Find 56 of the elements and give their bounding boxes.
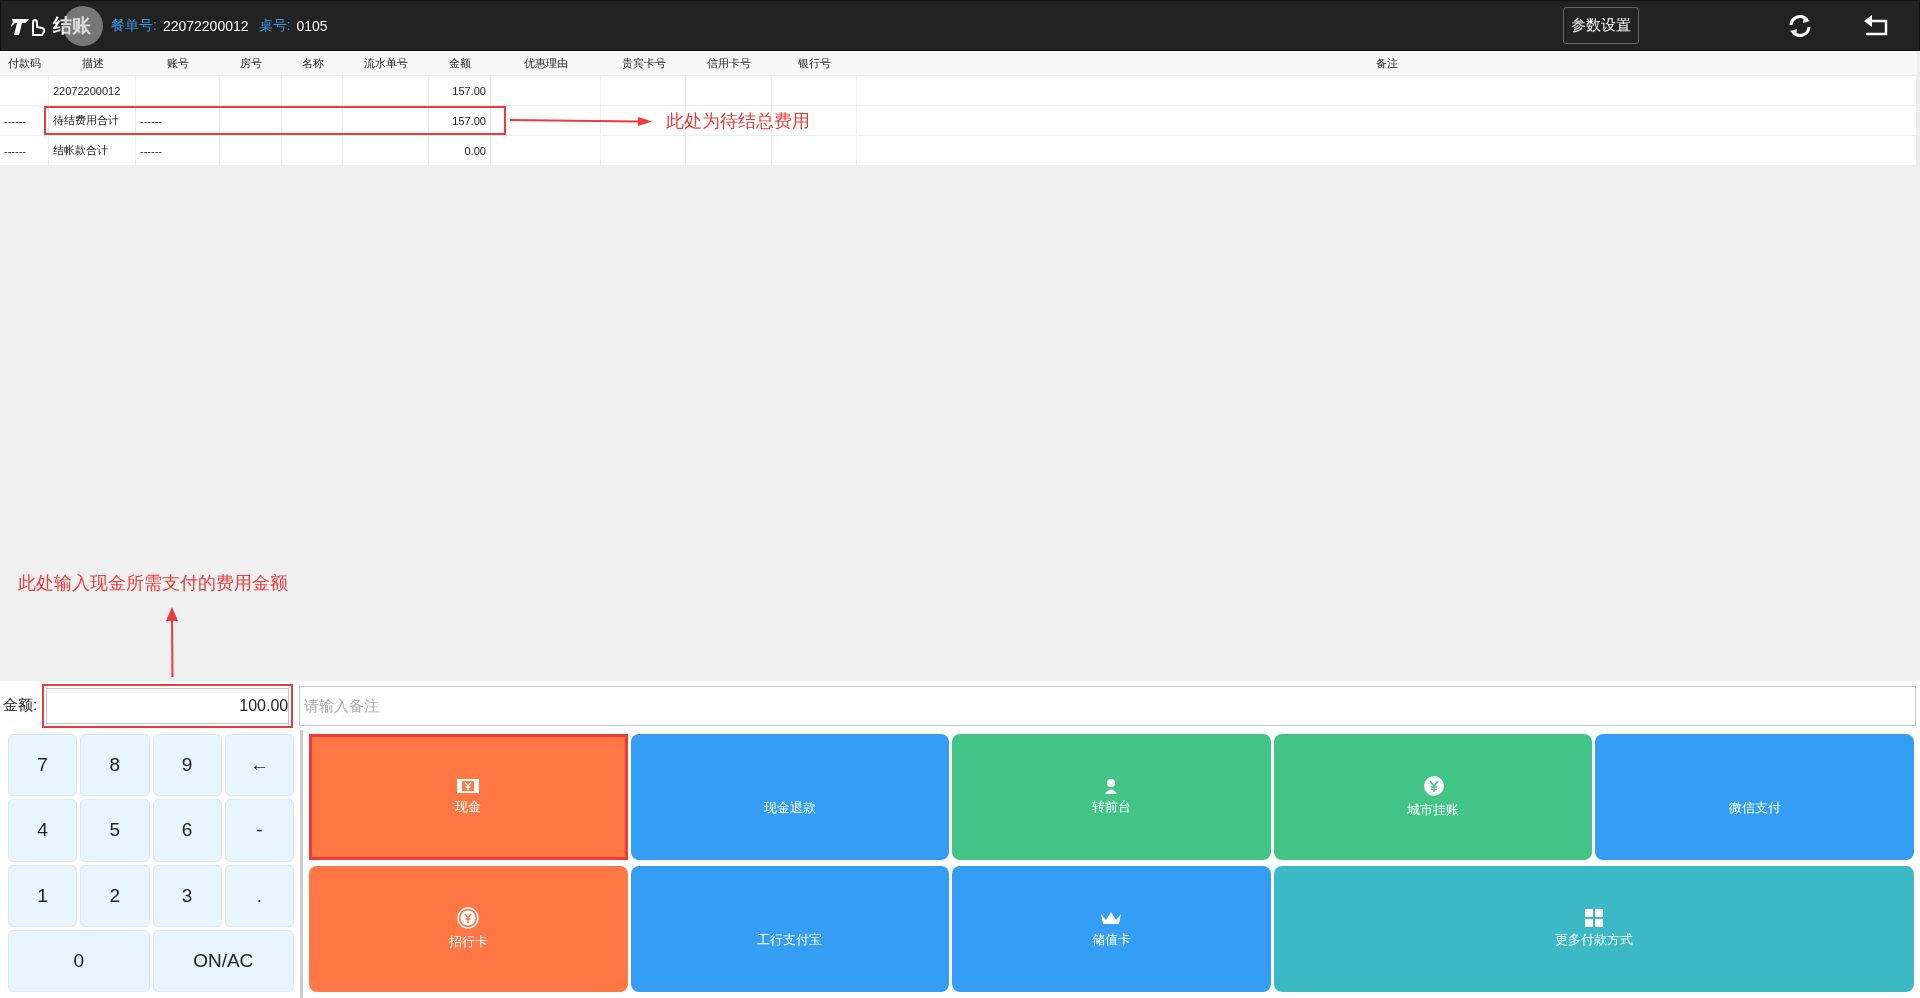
table-number: 0105 (296, 17, 328, 34)
table-label: 桌号: (258, 16, 291, 35)
keypad-key[interactable]: 4 (8, 799, 78, 862)
column-header: 银行号 (797, 55, 832, 71)
order-number: 22072200012 (162, 17, 249, 34)
column-header: 贵宾卡号 (620, 55, 667, 71)
settings-button[interactable]: 参数设置 (1563, 7, 1639, 44)
grid-icon (1584, 908, 1603, 927)
table-cell: 157.00 (429, 76, 491, 105)
arrow-up-icon (166, 607, 178, 677)
amount-field[interactable]: 100.00 (42, 683, 294, 728)
keypad-key[interactable]: 6 (152, 799, 222, 862)
column-header: 流水单号 (363, 55, 409, 71)
person-icon (1103, 777, 1120, 794)
keypad-key[interactable]: 3 (152, 864, 222, 927)
annotation-text: 此处为待结总费用 (666, 109, 810, 133)
keypad-key[interactable]: ON/AC (152, 929, 294, 992)
window-title: 结账 (53, 13, 91, 38)
column-header: 备注 (1375, 55, 1399, 71)
keypad-key[interactable]: 1 (8, 864, 78, 927)
annotation-text: 此处输入现金所需支付的费用金额 (18, 572, 288, 595)
table-cell: ------ (0, 136, 49, 165)
table-cell: ------ (136, 106, 220, 135)
column-header: 描述 (80, 55, 105, 71)
keypad-key[interactable]: 5 (80, 799, 150, 862)
keypad-key[interactable]: - (224, 799, 294, 862)
amount-label: 金额: (2, 696, 39, 715)
keypad-key[interactable]: . (224, 864, 294, 927)
column-header: 账号 (166, 55, 190, 71)
column-header: 付款码 (7, 55, 42, 71)
refresh-icon[interactable] (1787, 13, 1813, 38)
table-cell: 22072200012 (49, 76, 136, 105)
column-header: 优惠理由 (523, 55, 569, 71)
back-icon[interactable] (1863, 14, 1889, 37)
yen-coin-icon (1421, 774, 1446, 797)
table-cell: 157.00 (429, 106, 491, 135)
column-header: 名称 (300, 55, 325, 71)
memo-field[interactable]: 请输入备注 (299, 685, 1916, 726)
table-cell: 0.00 (429, 136, 491, 165)
column-header: 金额 (448, 55, 472, 71)
column-header: 信用卡号 (706, 55, 752, 71)
banknote-icon (456, 777, 481, 794)
table-cell: 待结费用合计 (49, 106, 136, 135)
table-cell: ------ (0, 106, 49, 135)
keypad-key[interactable]: ← (224, 734, 294, 797)
keypad-key[interactable]: 2 (80, 864, 150, 927)
column-header: 房号 (239, 55, 263, 71)
table-cell: ------ (136, 136, 220, 165)
order-label: 餐单号: (111, 16, 157, 35)
table-cell: 结帐款合计 (49, 136, 136, 165)
yen-coin-icon (457, 906, 480, 929)
keypad-key[interactable]: 9 (152, 734, 222, 797)
keypad-key[interactable]: 8 (80, 734, 150, 797)
keypad-key[interactable]: 7 (8, 734, 78, 797)
keypad-key[interactable]: 0 (8, 929, 150, 992)
arrow-right-icon (510, 115, 652, 126)
